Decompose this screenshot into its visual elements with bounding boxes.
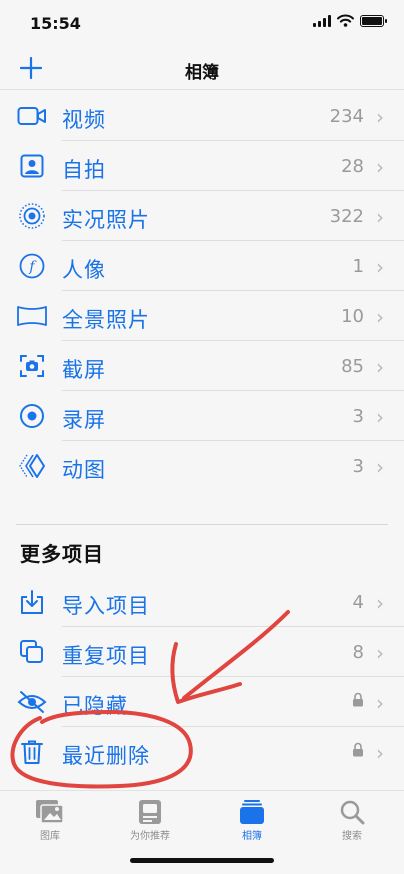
status-icons: [313, 14, 387, 27]
status-bar: 15:54: [0, 0, 404, 46]
albums-icon: [240, 800, 264, 824]
row-count: 28: [341, 156, 364, 177]
chevron-right-icon: ›: [376, 105, 384, 129]
row-count: 322: [329, 206, 364, 227]
tab-albums[interactable]: 相簿: [207, 799, 297, 842]
row-label: 录屏: [62, 408, 106, 432]
chevron-right-icon: ›: [376, 155, 384, 179]
for-you-icon: [139, 800, 161, 824]
row-count: 1: [352, 256, 364, 277]
more-row-imports[interactable]: 导入项目 4 ›: [0, 577, 404, 627]
tab-search[interactable]: 搜索: [307, 799, 397, 842]
selfie-icon: [16, 152, 48, 180]
chevron-right-icon: ›: [376, 405, 384, 429]
chevron-right-icon: ›: [376, 741, 384, 765]
svg-text:f: f: [28, 259, 37, 275]
hidden-eye-icon: [16, 688, 48, 716]
chevron-right-icon: ›: [376, 641, 384, 665]
tab-label: 相簿: [242, 831, 262, 842]
more-row-hidden[interactable]: 已隐藏 ›: [0, 677, 404, 727]
row-label: 自拍: [62, 158, 106, 182]
row-count: 234: [329, 106, 364, 127]
row-label: 人像: [62, 258, 106, 282]
lock-icon: [352, 692, 364, 711]
row-label: 已隐藏: [62, 694, 128, 718]
cellular-signal-icon: [313, 14, 331, 27]
tab-label: 为你推荐: [130, 831, 170, 842]
media-row-animated[interactable]: 动图 3 ›: [0, 441, 404, 491]
chevron-right-icon: ›: [376, 205, 384, 229]
battery-icon: [360, 14, 387, 27]
row-count: 3: [352, 456, 364, 477]
media-row-screen-recordings[interactable]: 录屏 3 ›: [0, 391, 404, 441]
portrait-icon: f: [16, 252, 48, 280]
lock-icon: [352, 742, 364, 761]
media-row-selfies[interactable]: 自拍 28 ›: [0, 141, 404, 191]
live-photo-icon: [16, 202, 48, 230]
panorama-icon: [16, 302, 48, 330]
row-label: 重复项目: [62, 644, 150, 668]
search-icon: [340, 800, 365, 825]
tab-label: 图库: [40, 831, 60, 842]
more-row-recently-deleted[interactable]: 最近删除 ›: [0, 727, 404, 777]
row-label: 截屏: [62, 358, 106, 382]
row-label: 实况照片: [62, 208, 150, 232]
chevron-right-icon: ›: [376, 255, 384, 279]
row-label: 视频: [62, 108, 106, 132]
chevron-right-icon: ›: [376, 455, 384, 479]
row-count: 10: [341, 306, 364, 327]
media-row-portrait[interactable]: f 人像 1 ›: [0, 241, 404, 291]
trash-icon: [16, 738, 48, 766]
row-count: 8: [352, 642, 364, 663]
row-label: 最近删除: [62, 744, 150, 768]
chevron-right-icon: ›: [376, 591, 384, 615]
navigation-bar: 相簿: [0, 46, 404, 90]
row-count: 85: [341, 356, 364, 377]
section-divider: [16, 524, 388, 525]
media-row-live-photos[interactable]: 实况照片 322 ›: [0, 191, 404, 241]
screen-recording-icon: [16, 402, 48, 430]
duplicates-icon: [16, 638, 48, 666]
tab-library[interactable]: 图库: [5, 799, 95, 842]
chevron-right-icon: ›: [376, 305, 384, 329]
screenshot-icon: [16, 352, 48, 380]
media-row-panorama[interactable]: 全景照片 10 ›: [0, 291, 404, 341]
section-title-more-items: 更多项目: [20, 542, 104, 566]
chevron-right-icon: ›: [376, 355, 384, 379]
wifi-icon: [337, 14, 354, 27]
media-row-screenshots[interactable]: 截屏 85 ›: [0, 341, 404, 391]
video-icon: [16, 102, 48, 130]
home-indicator: [130, 858, 274, 863]
tab-label: 搜索: [342, 831, 362, 842]
more-row-duplicates[interactable]: 重复项目 8 ›: [0, 627, 404, 677]
row-count: 4: [352, 592, 364, 613]
row-label: 全景照片: [62, 308, 150, 332]
row-label: 导入项目: [62, 594, 150, 618]
library-icon: [36, 800, 64, 824]
row-label: 动图: [62, 458, 106, 482]
chevron-right-icon: ›: [376, 691, 384, 715]
page-title: 相簿: [185, 63, 219, 83]
animated-icon: [16, 452, 48, 480]
import-icon: [16, 588, 48, 616]
media-row-videos[interactable]: 视频 234 ›: [0, 91, 404, 141]
tab-for-you[interactable]: 为你推荐: [105, 799, 195, 842]
row-count: 3: [352, 406, 364, 427]
status-time: 15:54: [30, 14, 81, 33]
